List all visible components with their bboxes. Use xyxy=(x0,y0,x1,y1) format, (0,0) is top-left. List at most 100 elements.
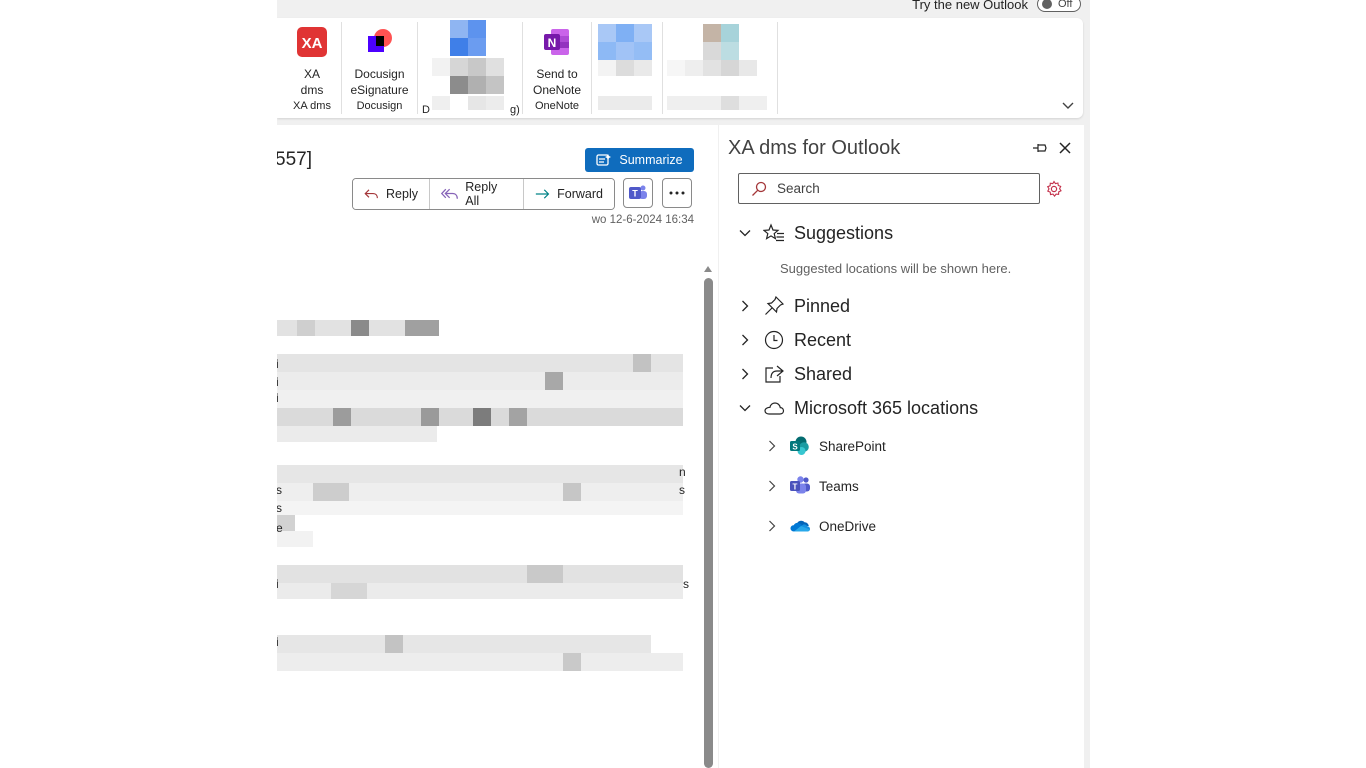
section-pinned[interactable]: Pinned xyxy=(737,294,850,318)
more-actions-button[interactable] xyxy=(662,178,692,208)
reply-label: Reply xyxy=(386,187,418,201)
reply-all-button[interactable]: Reply All xyxy=(430,179,524,209)
summarize-icon xyxy=(596,154,612,166)
more-ellipsis-icon xyxy=(669,191,685,195)
xa-dms-button[interactable]: XA XA dms xyxy=(283,26,341,98)
location-onedrive-label: OneDrive xyxy=(819,518,877,534)
chevron-right-icon xyxy=(769,480,776,492)
onenote-button-label-1: Send to xyxy=(536,67,578,81)
svg-text:N: N xyxy=(548,36,557,50)
xa-dms-addin-pane: XA dms for Outlook Suggestions xyxy=(719,125,1084,768)
location-sharepoint-label: SharePoint xyxy=(819,438,886,454)
cloud-icon xyxy=(764,402,785,415)
location-onedrive[interactable]: OneDrive xyxy=(765,514,876,538)
reply-all-label: Reply All xyxy=(465,180,498,208)
svg-text:S: S xyxy=(792,442,798,451)
section-recent-label: Recent xyxy=(794,329,852,350)
section-suggestions-label: Suggestions xyxy=(794,222,894,243)
ribbon-group-obscured: D g) xyxy=(418,20,523,116)
pin-icon xyxy=(765,295,785,315)
message-scrollbar[interactable] xyxy=(704,278,713,768)
group-label-docusign: Docusign xyxy=(356,100,403,112)
section-m365-label: Microsoft 365 locations xyxy=(794,397,979,418)
scroll-up-arrow-icon[interactable] xyxy=(704,265,712,273)
teams-share-button[interactable]: T xyxy=(623,178,653,208)
summarize-label: Summarize xyxy=(619,153,683,167)
section-suggestions[interactable]: Suggestions xyxy=(737,221,893,245)
reply-button[interactable]: Reply xyxy=(353,179,430,209)
clock-icon xyxy=(764,330,784,350)
window-right-edge xyxy=(1084,125,1090,768)
teams-icon: T xyxy=(629,185,647,199)
body-edge-char: i xyxy=(277,391,279,405)
summarize-button[interactable]: Summarize xyxy=(585,148,694,172)
location-sharepoint[interactable]: S SharePoint xyxy=(765,434,886,458)
toggle-state-label: Off xyxy=(1058,0,1073,10)
group-label-onenote: OneNote xyxy=(534,100,580,112)
chevron-right-icon xyxy=(742,334,749,346)
teams-icon: T xyxy=(790,476,810,494)
chevron-right-icon xyxy=(742,300,749,312)
docusign-button-label-2: eSignature xyxy=(350,83,409,97)
body-edge-char: s xyxy=(277,483,282,497)
body-edge-char: s xyxy=(683,577,689,591)
ribbon-collapse-chevron-icon[interactable] xyxy=(1061,100,1075,110)
onenote-button-label-2: OneNote xyxy=(532,83,582,97)
xa-dms-button-label-2: dms xyxy=(300,83,324,97)
body-edge-char: s xyxy=(679,483,685,497)
title-strip: Try the new Outlook Off xyxy=(277,0,1090,14)
sharepoint-icon: S xyxy=(790,436,809,455)
try-new-outlook-label: Try the new Outlook xyxy=(912,0,1028,12)
location-teams[interactable]: T Teams xyxy=(765,474,859,498)
svg-text:XA: XA xyxy=(302,35,323,52)
try-new-outlook-toggle[interactable]: Off xyxy=(1037,0,1081,12)
message-date: wo 12-6-2024 16:34 xyxy=(591,214,694,226)
body-edge-char: s xyxy=(277,501,282,515)
section-recent[interactable]: Recent xyxy=(737,328,851,352)
section-shared[interactable]: Shared xyxy=(737,362,852,386)
group-label-fragment-left: D xyxy=(422,104,430,116)
svg-text:T: T xyxy=(793,482,798,491)
onedrive-icon xyxy=(790,520,810,532)
addin-search-box[interactable] xyxy=(738,173,1040,204)
send-to-onenote-button[interactable]: N Send to OneNote xyxy=(523,26,591,98)
section-pinned-label: Pinned xyxy=(794,295,851,316)
body-edge-char: i xyxy=(277,357,279,371)
group-label-xa-dms: XA dms xyxy=(293,100,331,112)
xa-dms-button-label-1: XA xyxy=(303,67,320,81)
chevron-right-icon xyxy=(769,520,776,532)
chevron-right-icon xyxy=(769,440,776,452)
location-teams-label: Teams xyxy=(819,478,859,494)
ribbon-group-obscured-3 xyxy=(663,22,778,114)
docusign-esignature-button[interactable]: Docusign eSignature xyxy=(342,26,417,98)
section-m365-locations[interactable]: Microsoft 365 locations xyxy=(737,396,978,420)
addin-title: XA dms for Outlook xyxy=(728,137,901,159)
chevron-right-icon xyxy=(742,368,749,380)
body-edge-char: i xyxy=(277,577,279,591)
pin-pane-icon[interactable] xyxy=(1032,141,1050,155)
forward-button[interactable]: Forward xyxy=(524,179,614,209)
gear-icon[interactable] xyxy=(1045,180,1063,198)
forward-label: Forward xyxy=(557,187,603,201)
chevron-down-icon xyxy=(739,405,751,412)
xa-dms-icon: XA xyxy=(297,27,327,57)
reply-all-icon xyxy=(441,188,458,199)
body-edge-char: e xyxy=(277,521,283,535)
svg-text:T: T xyxy=(632,189,638,199)
close-icon[interactable] xyxy=(1058,141,1072,155)
ribbon-group-docusign: Docusign eSignature Docusign xyxy=(342,22,418,114)
ribbon-group-obscured-2 xyxy=(592,22,663,114)
body-edge-char: i xyxy=(277,375,279,389)
docusign-icon xyxy=(367,29,392,52)
body-edge-char: i xyxy=(277,635,279,649)
outlook-window: Try the new Outlook Off XA XA dms XA dms xyxy=(277,0,1090,768)
reply-icon xyxy=(364,189,378,199)
onenote-icon: N xyxy=(544,29,569,55)
reading-pane: 557] Summarize Reply Reply All Forward T… xyxy=(277,125,718,768)
ribbon-group-xa-dms: XA XA dms XA dms xyxy=(283,22,342,114)
suggestions-hint: Suggested locations will be shown here. xyxy=(780,261,1012,276)
body-edge-char: n xyxy=(679,465,686,479)
search-input[interactable] xyxy=(775,180,1019,197)
group-label-fragment-right: g) xyxy=(510,104,520,116)
share-icon xyxy=(765,365,784,383)
